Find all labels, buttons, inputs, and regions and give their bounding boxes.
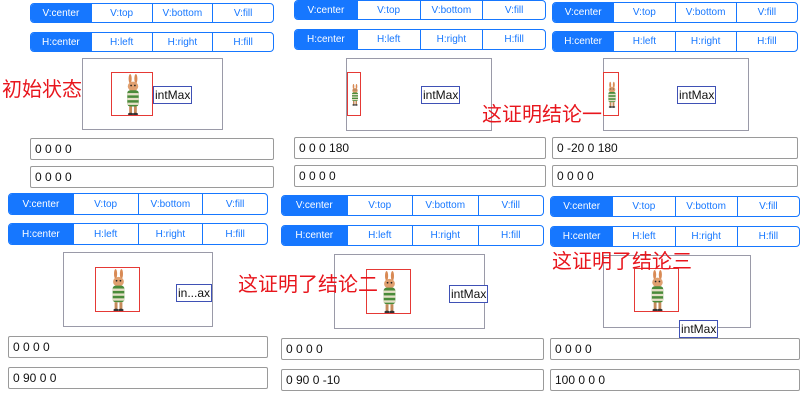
vertical-alignment-control[interactable]: V:center V:top V:bottom V:fill bbox=[30, 3, 274, 23]
title-label: intMax bbox=[421, 86, 461, 104]
vertical-alignment-control[interactable]: V:center V:top V:bottom V:fill bbox=[8, 193, 268, 215]
bunny-icon bbox=[352, 84, 358, 106]
image-edge-insets-field[interactable]: 0 0 0 0 bbox=[30, 138, 274, 160]
option-v-top[interactable]: V:top bbox=[90, 4, 152, 22]
option-v-fill[interactable]: V:fill bbox=[202, 194, 267, 214]
horizontal-alignment-control[interactable]: H:center H:left H:right H:fill bbox=[281, 225, 544, 246]
preview-container bbox=[346, 58, 492, 131]
option-v-fill[interactable]: V:fill bbox=[477, 196, 544, 215]
option-v-top[interactable]: V:top bbox=[346, 196, 413, 215]
option-v-fill[interactable]: V:fill bbox=[482, 1, 545, 19]
horizontal-alignment-control[interactable]: H:center H:left H:right H:fill bbox=[552, 31, 798, 52]
image-edge-insets-field[interactable]: 0 0 0 0 bbox=[8, 336, 268, 358]
bunny-icon bbox=[127, 74, 139, 115]
option-h-fill[interactable]: H:fill bbox=[482, 30, 545, 49]
option-h-left[interactable]: H:left bbox=[612, 227, 674, 246]
option-v-top[interactable]: V:top bbox=[612, 197, 674, 216]
image-button[interactable] bbox=[111, 72, 153, 116]
image-edge-insets-field[interactable]: 0 -20 0 180 bbox=[552, 137, 798, 159]
image-edge-insets-field[interactable]: 0 0 0 0 bbox=[281, 338, 544, 360]
option-v-fill[interactable]: V:fill bbox=[735, 3, 797, 22]
option-h-right[interactable]: H:right bbox=[412, 226, 478, 245]
preview-container bbox=[603, 58, 749, 131]
annotation-conclusion-two: 这证明了结论二 bbox=[238, 272, 378, 296]
title-edge-insets-field[interactable]: 0 90 0 -10 bbox=[281, 369, 544, 391]
option-h-right[interactable]: H:right bbox=[151, 33, 213, 51]
title-edge-insets-field[interactable]: 0 0 0 0 bbox=[552, 165, 798, 187]
option-v-fill[interactable]: V:fill bbox=[736, 197, 799, 216]
image-button[interactable] bbox=[634, 268, 679, 312]
option-v-bottom[interactable]: V:bottom bbox=[419, 1, 483, 19]
option-v-bottom[interactable]: V:bottom bbox=[674, 197, 737, 216]
option-h-right[interactable]: H:right bbox=[674, 227, 737, 246]
option-h-fill[interactable]: H:fill bbox=[212, 33, 273, 51]
annotation-conclusion-three: 这证明了结论三 bbox=[552, 249, 692, 273]
title-label: in...ax bbox=[176, 284, 213, 302]
option-v-center[interactable]: V:center bbox=[9, 194, 73, 214]
option-v-top[interactable]: V:top bbox=[613, 3, 674, 22]
image-button[interactable] bbox=[95, 267, 140, 312]
image-button[interactable] bbox=[347, 72, 361, 116]
bunny-icon bbox=[651, 270, 664, 311]
option-v-center[interactable]: V:center bbox=[553, 3, 614, 22]
horizontal-alignment-control[interactable]: H:center H:left H:right H:fill bbox=[30, 32, 274, 52]
option-v-center[interactable]: V:center bbox=[551, 197, 613, 216]
title-label: intMax bbox=[449, 285, 489, 303]
option-h-left[interactable]: H:left bbox=[613, 32, 674, 51]
option-h-right[interactable]: H:right bbox=[137, 224, 203, 244]
option-v-center[interactable]: V:center bbox=[282, 196, 347, 215]
option-v-top[interactable]: V:top bbox=[72, 194, 138, 214]
option-h-fill[interactable]: H:fill bbox=[477, 226, 544, 245]
title-label: intMax bbox=[153, 86, 193, 104]
option-v-bottom[interactable]: V:bottom bbox=[674, 3, 736, 22]
bunny-icon bbox=[608, 81, 616, 108]
option-v-top[interactable]: V:top bbox=[356, 1, 420, 19]
option-h-fill[interactable]: H:fill bbox=[202, 224, 267, 244]
title-edge-insets-field[interactable]: 100 0 0 0 bbox=[550, 369, 800, 391]
option-h-fill[interactable]: H:fill bbox=[736, 227, 799, 246]
option-h-center[interactable]: H:center bbox=[282, 226, 347, 245]
option-h-center[interactable]: H:center bbox=[553, 32, 614, 51]
option-h-left[interactable]: H:left bbox=[72, 224, 138, 244]
title-edge-insets-field[interactable]: 0 0 0 0 bbox=[30, 166, 274, 188]
option-h-left[interactable]: H:left bbox=[90, 33, 152, 51]
annotation-conclusion-one: 这证明结论一 bbox=[482, 102, 602, 126]
option-h-right[interactable]: H:right bbox=[419, 30, 483, 49]
horizontal-alignment-control[interactable]: H:center H:left H:right H:fill bbox=[8, 223, 268, 245]
option-h-fill[interactable]: H:fill bbox=[735, 32, 797, 51]
option-h-center[interactable]: H:center bbox=[551, 227, 613, 246]
vertical-alignment-control[interactable]: V:center V:top V:bottom V:fill bbox=[552, 2, 798, 23]
title-label: intMax bbox=[677, 86, 717, 104]
option-h-center[interactable]: H:center bbox=[9, 224, 73, 244]
vertical-alignment-control[interactable]: V:center V:top V:bottom V:fill bbox=[281, 195, 544, 216]
option-h-right[interactable]: H:right bbox=[674, 32, 736, 51]
image-edge-insets-field[interactable]: 0 0 0 0 bbox=[550, 338, 800, 360]
option-h-center[interactable]: H:center bbox=[31, 33, 91, 51]
option-v-bottom[interactable]: V:bottom bbox=[151, 4, 213, 22]
option-v-center[interactable]: V:center bbox=[31, 4, 91, 22]
vertical-alignment-control[interactable]: V:center V:top V:bottom V:fill bbox=[550, 196, 800, 217]
option-v-fill[interactable]: V:fill bbox=[212, 4, 273, 22]
title-edge-insets-field[interactable]: 0 90 0 0 bbox=[8, 367, 268, 389]
option-v-center[interactable]: V:center bbox=[295, 1, 357, 19]
option-h-left[interactable]: H:left bbox=[356, 30, 420, 49]
image-button[interactable] bbox=[603, 72, 619, 116]
option-h-center[interactable]: H:center bbox=[295, 30, 357, 49]
bunny-icon bbox=[112, 269, 125, 311]
option-v-bottom[interactable]: V:bottom bbox=[137, 194, 203, 214]
annotation-initial-state: 初始状态 bbox=[2, 77, 82, 101]
title-label: intMax bbox=[679, 320, 719, 338]
horizontal-alignment-control[interactable]: H:center H:left H:right H:fill bbox=[550, 226, 800, 247]
horizontal-alignment-control[interactable]: H:center H:left H:right H:fill bbox=[294, 29, 546, 50]
option-h-left[interactable]: H:left bbox=[346, 226, 413, 245]
image-edge-insets-field[interactable]: 0 0 0 180 bbox=[294, 137, 546, 159]
title-edge-insets-field[interactable]: 0 0 0 0 bbox=[294, 165, 546, 187]
option-v-bottom[interactable]: V:bottom bbox=[412, 196, 478, 215]
vertical-alignment-control[interactable]: V:center V:top V:bottom V:fill bbox=[294, 0, 546, 20]
